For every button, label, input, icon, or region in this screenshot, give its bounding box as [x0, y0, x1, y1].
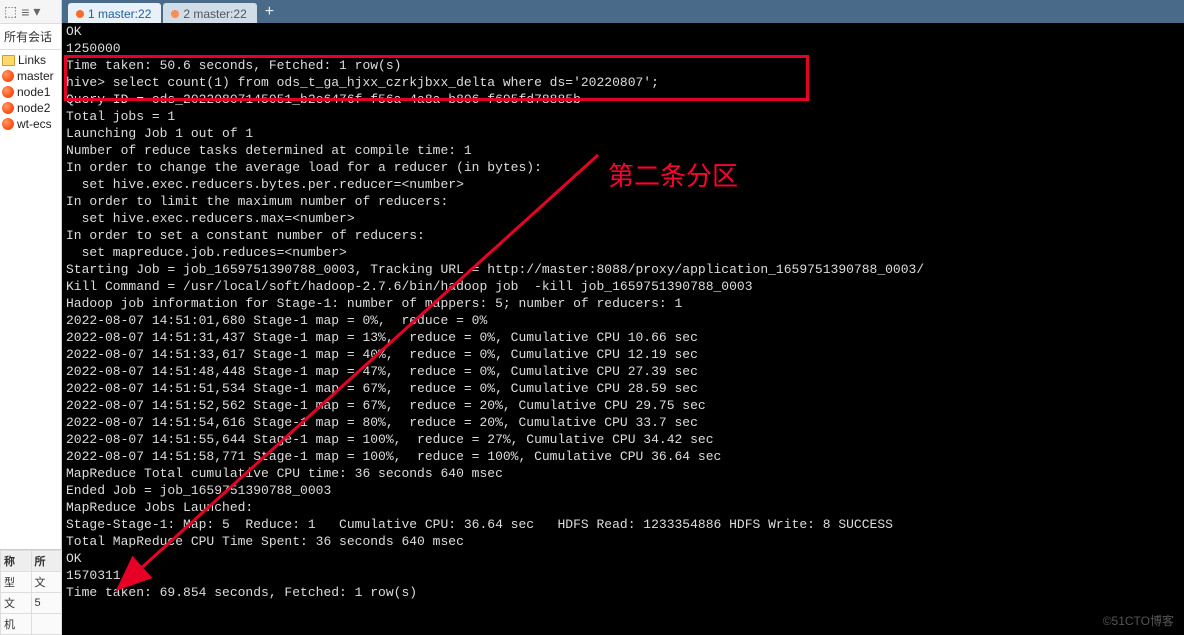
terminal-line: Ended Job = job_1659751390788_0003: [66, 482, 1180, 499]
terminal-line: Time taken: 69.854 seconds, Fetched: 1 r…: [66, 584, 1180, 601]
properties-grid: 称 所 型 文 文 5 机: [0, 549, 62, 635]
tree-item-label: node2: [17, 101, 50, 115]
terminal-line: set hive.exec.reducers.bytes.per.reducer…: [66, 176, 1180, 193]
terminal-line: In order to set a constant number of red…: [66, 227, 1180, 244]
terminal-line: Time taken: 50.6 seconds, Fetched: 1 row…: [66, 57, 1180, 74]
terminal-line: 2022-08-07 14:51:33,617 Stage-1 map = 40…: [66, 346, 1180, 363]
sessions-label: 所有会话: [0, 24, 61, 50]
terminal-line: OK: [66, 550, 1180, 567]
terminal-line: 1250000: [66, 40, 1180, 57]
sidebar-toolbar: ⬚ ≡ ▾: [0, 0, 61, 24]
tree-item-node2[interactable]: node2: [2, 100, 59, 116]
tree-item-wt-ecs[interactable]: wt-ecs: [2, 116, 59, 132]
session-icon: [2, 70, 14, 82]
tree-item-label: master: [17, 69, 54, 83]
session-icon: [2, 102, 14, 114]
grid-cell: 5: [31, 593, 62, 614]
terminal-line: Query ID = ods_20220807145051_b2e6476f-f…: [66, 91, 1180, 108]
toolbar-icon-3[interactable]: ▾: [33, 3, 40, 20]
terminal-line: In order to change the average load for …: [66, 159, 1180, 176]
terminal-line: 2022-08-07 14:51:52,562 Stage-1 map = 67…: [66, 397, 1180, 414]
terminal-line: 2022-08-07 14:51:48,448 Stage-1 map = 47…: [66, 363, 1180, 380]
toolbar-icon-1[interactable]: ⬚: [4, 3, 17, 20]
terminal-line: 1570311: [66, 567, 1180, 584]
watermark: ©51CTO博客: [1103, 612, 1174, 629]
terminal-line: set hive.exec.reducers.max=<number>: [66, 210, 1180, 227]
terminal-line: In order to limit the maximum number of …: [66, 193, 1180, 210]
tree-item-label: wt-ecs: [17, 117, 52, 131]
grid-cell: 文: [1, 593, 32, 614]
session-icon: [2, 86, 14, 98]
session-icon: [2, 118, 14, 130]
terminal-line: Number of reduce tasks determined at com…: [66, 142, 1180, 159]
terminal-line: MapReduce Total cumulative CPU time: 36 …: [66, 465, 1180, 482]
new-tab-button[interactable]: +: [259, 3, 280, 23]
terminal-line: Total MapReduce CPU Time Spent: 36 secon…: [66, 533, 1180, 550]
tree-item-links[interactable]: Links: [2, 52, 59, 68]
tree-item-label: node1: [17, 85, 50, 99]
tab-label: 1 master:22: [88, 7, 151, 21]
tree-item-node1[interactable]: node1: [2, 84, 59, 100]
terminal-line: MapReduce Jobs Launched:: [66, 499, 1180, 516]
terminal-line: OK: [66, 23, 1180, 40]
sidebar: ⬚ ≡ ▾ 所有会话 Links master node1 node2 wt-e…: [0, 0, 62, 635]
tree-item-label: Links: [18, 53, 46, 67]
tab-label: 2 master:22: [183, 7, 246, 21]
tab-master-1[interactable]: 1 master:22: [68, 3, 161, 23]
grid-header-1: 称: [1, 551, 32, 572]
terminal-line: Stage-Stage-1: Map: 5 Reduce: 1 Cumulati…: [66, 516, 1180, 533]
session-status-icon: [76, 10, 84, 18]
grid-header-2: 所: [31, 551, 62, 572]
session-status-icon: [171, 10, 179, 18]
grid-cell: [31, 614, 62, 635]
terminal-line: 2022-08-07 14:51:55,644 Stage-1 map = 10…: [66, 431, 1180, 448]
terminal-line: set mapreduce.job.reduces=<number>: [66, 244, 1180, 261]
tree-item-master[interactable]: master: [2, 68, 59, 84]
grid-cell: 机: [1, 614, 32, 635]
terminal-line: 2022-08-07 14:51:01,680 Stage-1 map = 0%…: [66, 312, 1180, 329]
terminal-line: Total jobs = 1: [66, 108, 1180, 125]
terminal-line: 2022-08-07 14:51:54,616 Stage-1 map = 80…: [66, 414, 1180, 431]
terminal-line: 2022-08-07 14:51:58,771 Stage-1 map = 10…: [66, 448, 1180, 465]
terminal-line: hive> select count(1) from ods_t_ga_hjxx…: [66, 74, 1180, 91]
tab-bar: 1 master:22 2 master:22 +: [62, 0, 1184, 23]
terminal-line: Launching Job 1 out of 1: [66, 125, 1180, 142]
folder-icon: [2, 55, 15, 66]
tab-master-2[interactable]: 2 master:22: [163, 3, 256, 23]
grid-cell: 文: [31, 572, 62, 593]
session-tree: Links master node1 node2 wt-ecs: [0, 50, 61, 134]
terminal-line: 2022-08-07 14:51:51,534 Stage-1 map = 67…: [66, 380, 1180, 397]
terminal-line: Kill Command = /usr/local/soft/hadoop-2.…: [66, 278, 1180, 295]
terminal-line: Starting Job = job_1659751390788_0003, T…: [66, 261, 1180, 278]
terminal-line: Hadoop job information for Stage-1: numb…: [66, 295, 1180, 312]
terminal-line: 2022-08-07 14:51:31,437 Stage-1 map = 13…: [66, 329, 1180, 346]
terminal-output[interactable]: OK1250000Time taken: 50.6 seconds, Fetch…: [62, 23, 1184, 635]
grid-cell: 型: [1, 572, 32, 593]
toolbar-icon-2[interactable]: ≡: [21, 4, 29, 20]
